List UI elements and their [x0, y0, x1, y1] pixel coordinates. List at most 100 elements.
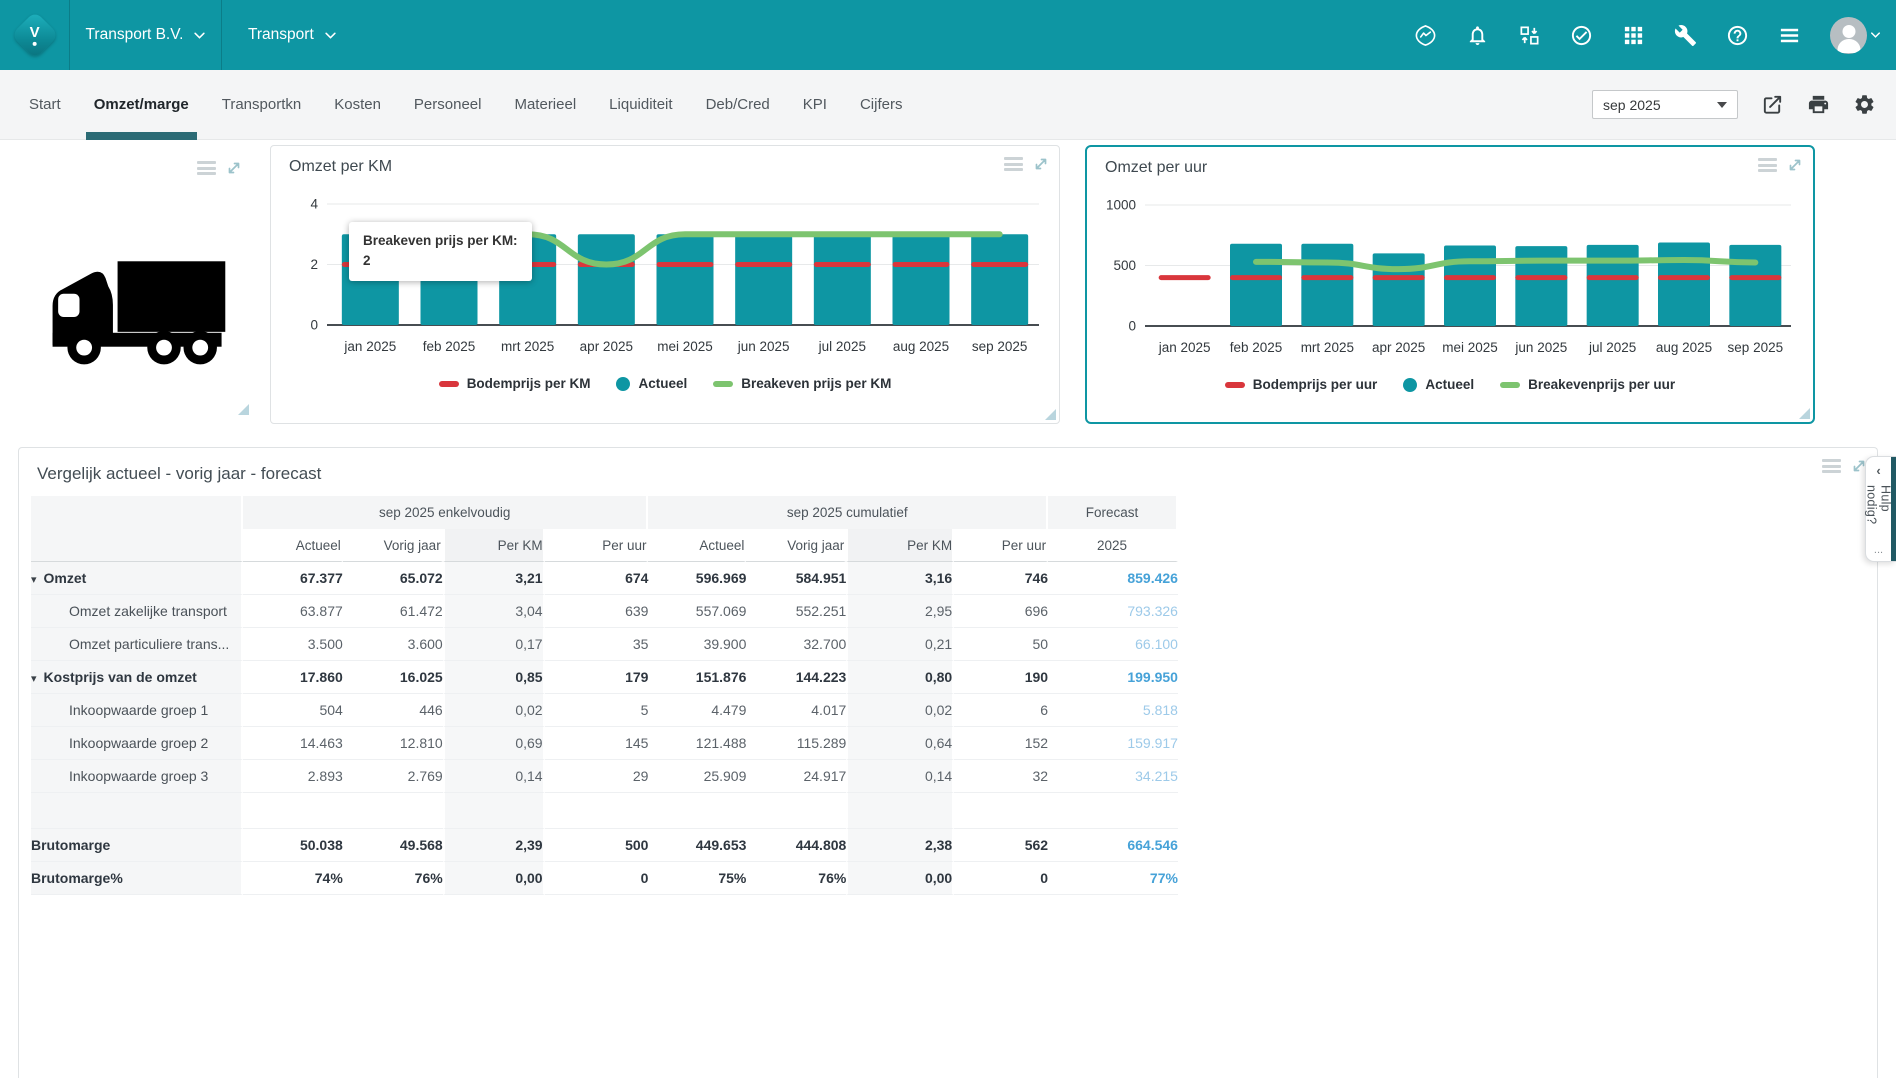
- column-header-actueel-4: Actueel: [648, 529, 746, 562]
- svg-text:feb 2025: feb 2025: [423, 339, 476, 354]
- bar-sep-2025[interactable]: [971, 234, 1028, 325]
- svg-text:jan 2025: jan 2025: [343, 339, 396, 354]
- cell: 121.488: [648, 727, 746, 760]
- view-selector[interactable]: Transport: [222, 0, 362, 70]
- cell: 199.950: [1048, 661, 1178, 694]
- chart-plot-area[interactable]: 05001000jan 2025feb 2025mrt 2025apr 2025…: [1087, 185, 1811, 390]
- cell: 0,64: [846, 727, 954, 760]
- widget-menu-icon[interactable]: [197, 161, 216, 175]
- bar-aug-2025[interactable]: [1658, 243, 1710, 326]
- tab-transportkn[interactable]: Transportkn: [222, 70, 301, 140]
- table-filler: [1178, 727, 1877, 760]
- bar-mei-2025[interactable]: [657, 234, 714, 325]
- resize-handle[interactable]: [1799, 408, 1810, 419]
- dash-marker: [971, 262, 1028, 267]
- tab-personeel[interactable]: Personeel: [414, 70, 482, 140]
- cell: 145: [545, 727, 649, 760]
- bar-aug-2025[interactable]: [893, 234, 950, 325]
- period-select[interactable]: sep 2025: [1592, 90, 1738, 119]
- cell: 0: [954, 862, 1048, 895]
- bar-apr-2025[interactable]: [578, 234, 635, 325]
- resize-handle[interactable]: [1045, 409, 1056, 420]
- nav-bar: Start Omzet/marge Transportkn Kosten Persone…: [0, 70, 1896, 140]
- legend-circle-marker: [616, 377, 630, 391]
- svg-text:sep 2025: sep 2025: [1728, 340, 1784, 355]
- bar-sep-2025[interactable]: [1729, 245, 1781, 326]
- tab-omzet-marge[interactable]: Omzet/marge: [94, 70, 189, 140]
- chart-title: Omzet per uur: [1105, 159, 1207, 177]
- bar-jul-2025[interactable]: [814, 234, 871, 325]
- tasks-check-icon[interactable]: [1570, 24, 1593, 47]
- svg-text:aug 2025: aug 2025: [893, 339, 949, 354]
- tab-kosten[interactable]: Kosten: [334, 70, 381, 140]
- cell: 17.860: [243, 661, 343, 694]
- cell: 674: [545, 562, 649, 595]
- dash-marker: [1444, 275, 1496, 280]
- swap-items-icon[interactable]: [1518, 24, 1541, 47]
- expand-icon[interactable]: [226, 160, 242, 176]
- table-row-omzet-particuliere-trans: Omzet particuliere trans...3.5003.6000,1…: [31, 628, 1877, 661]
- cell: 0,02: [846, 694, 954, 727]
- print-icon[interactable]: [1807, 93, 1830, 116]
- tab-start[interactable]: Start: [29, 70, 61, 140]
- bar-apr-2025[interactable]: [1373, 253, 1425, 326]
- legend-item-actueel[interactable]: Actueel: [616, 376, 687, 391]
- app-logo[interactable]: V: [0, 0, 70, 70]
- cell: 16.025: [343, 661, 443, 694]
- apps-grid-icon[interactable]: [1622, 24, 1645, 47]
- widget-menu-icon[interactable]: [1822, 459, 1841, 473]
- menu-icon[interactable]: [1778, 24, 1801, 47]
- tab-kpi[interactable]: KPI: [803, 70, 827, 140]
- cell: 75%: [648, 862, 746, 895]
- tab-cijfers[interactable]: Cijfers: [860, 70, 903, 140]
- svg-text:mei 2025: mei 2025: [657, 339, 713, 354]
- bar-jun-2025[interactable]: [735, 234, 792, 325]
- company-selector[interactable]: Transport B.V.: [70, 0, 222, 70]
- legend-label: Actueel: [638, 376, 687, 391]
- advisor-icon[interactable]: [1414, 24, 1437, 47]
- resize-handle[interactable]: [238, 404, 249, 415]
- legend-item-breakevenprijs-per-uur[interactable]: Breakevenprijs per uur: [1500, 377, 1675, 392]
- app-header: V Transport B.V. Transport: [0, 0, 1896, 70]
- expand-icon[interactable]: [1787, 157, 1803, 173]
- cell: 67.377: [243, 562, 343, 595]
- svg-text:jun 2025: jun 2025: [737, 339, 790, 354]
- svg-text:aug 2025: aug 2025: [1656, 340, 1712, 355]
- cell: 3,16: [846, 562, 954, 595]
- tooltip-value: 2: [363, 251, 518, 271]
- chart-plot-area[interactable]: 024jan 2025feb 2025mrt 2025apr 2025mei 2…: [271, 184, 1059, 389]
- tab-deb-cred[interactable]: Deb/Cred: [706, 70, 770, 140]
- bar-feb-2025[interactable]: [1230, 244, 1282, 326]
- legend-item-actueel[interactable]: Actueel: [1403, 377, 1474, 392]
- collapse-triangle-icon[interactable]: [31, 672, 37, 685]
- legend-item-bodemprijs-per-uur[interactable]: Bodemprijs per uur: [1225, 377, 1378, 392]
- widget-menu-icon[interactable]: [1004, 157, 1023, 171]
- legend-item-breakeven-prijs-per-km[interactable]: Breakeven prijs per KM: [713, 376, 891, 391]
- chart-tooltip: Breakeven prijs per KM: 2: [349, 222, 532, 281]
- bar-mei-2025[interactable]: [1444, 246, 1496, 326]
- help-icon[interactable]: [1726, 24, 1749, 47]
- table-filler: [1178, 829, 1877, 862]
- table-row-kostprijs-van-de-omzet: Kostprijs van de omzet17.86016.0250,8517…: [31, 661, 1877, 694]
- bar-jul-2025[interactable]: [1587, 245, 1639, 326]
- tools-wrench-icon[interactable]: [1674, 24, 1697, 47]
- tab-liquiditeit[interactable]: Liquiditeit: [609, 70, 672, 140]
- expand-icon[interactable]: [1033, 156, 1049, 172]
- help-panel-tab[interactable]: ‹ Hulp nodig? ...: [1865, 456, 1896, 562]
- chart-legend: Bodemprijs per uur Actueel Breakevenprijs …: [1087, 377, 1813, 392]
- cell: 2,39: [443, 829, 545, 862]
- widget-menu-icon[interactable]: [1758, 158, 1777, 172]
- dash-marker: [1159, 275, 1211, 280]
- cell: 50: [954, 628, 1048, 661]
- tab-materieel[interactable]: Materieel: [514, 70, 576, 140]
- user-menu[interactable]: [1830, 17, 1880, 54]
- column-header-per-km-6: Per KM: [846, 529, 954, 562]
- cell: 859.426: [1048, 562, 1178, 595]
- legend-item-bodemprijs-per-km[interactable]: Bodemprijs per KM: [439, 376, 591, 391]
- export-icon[interactable]: [1761, 93, 1784, 116]
- bar-mrt-2025[interactable]: [1301, 244, 1353, 326]
- collapse-triangle-icon[interactable]: [31, 573, 37, 586]
- settings-gear-icon[interactable]: [1853, 93, 1876, 116]
- row-label: Inkoopwaarde groep 2: [31, 727, 243, 760]
- notifications-bell-icon[interactable]: [1466, 24, 1489, 47]
